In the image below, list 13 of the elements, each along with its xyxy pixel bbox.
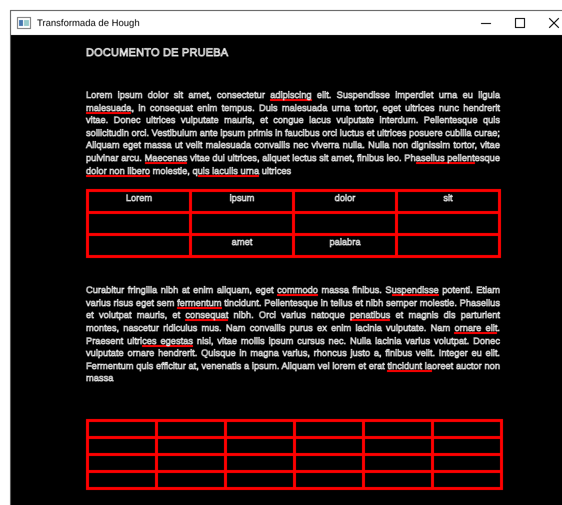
document-title: DOCUMENTO DE PRUEBA bbox=[86, 47, 230, 59]
app-icon bbox=[17, 17, 31, 29]
table-cell: ipsum bbox=[189, 192, 292, 212]
table-cell: palabra bbox=[292, 236, 395, 256]
paragraph: Curabitur fringilla nibh at enim aliquam, eget commodo massa finibus. Suspendisse potenti. Etiam varius risus eget sem fermentum tincidunt. Pellentesque in tellus et nibh semper molestie. Phasellus et volutpat mauris, et consequat nibh. Orci varius natoque penatibus et magnis dis parturient montes, nascetur ridiculus mus. Nam convallis purus ex enim lacinia vulputate. Nam ornare elit. Praesent ultrices egestas nisi, vitae mollis ipsum cursus nec. Nulla lacinia varius volutpat. Donec vulputate ornare hendrerit. Quisque in magna varius, rhoncus justo a, finibus velit. Integer eu elit. Fermentum quis efficitur at, venenatis a ipsum. Aliquam vel lorem et erat tincidunt laoreet auctor non massa bbox=[86, 284, 500, 385]
close-icon bbox=[549, 18, 559, 28]
maximize-icon bbox=[515, 18, 525, 28]
paragraph: Lorem ipsum dolor sit amet, consectetur adipiscing elit. Suspendisse imperdiet urna eu ligula malesuada, in consequat enim tempus. Duis malesuada urna tortor, eget ultrices nunc hendrerit vitae. Donec ultrices vulputate mauris, et congue lacus vulputate interdum. Pellentesque quis sollicitudin orci. Vestibulum ante ipsum primis in faucibus orci luctus et ultrices posuere cubilia curae; Aliquam eget massa ut velit malesuada convallis nec viverra nulla. Nulla non dignissim tortor, vitae pulvinar arcu. Maecenas vitae dui ultrices, aliquet lectus sit amet, finibus leo. Phasellus pellentesque dolor non libero molestie, quis iaculis urna ultrices bbox=[86, 89, 500, 178]
table-cell: sit bbox=[395, 192, 498, 212]
table-cell: amet bbox=[189, 236, 292, 256]
table-cell: dolor bbox=[292, 192, 395, 212]
window-title: Transformada de Hough bbox=[37, 18, 140, 28]
table-cell-text: Lorem bbox=[124, 192, 154, 206]
